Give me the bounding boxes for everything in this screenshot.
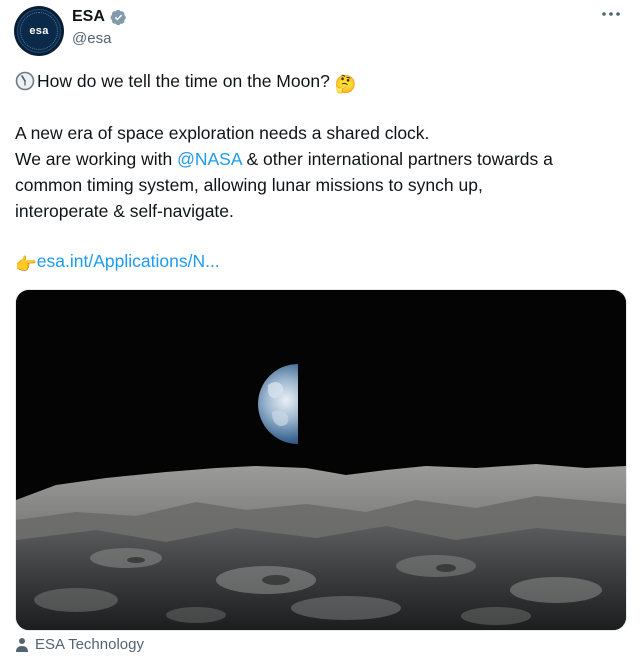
tweet-card: esa ESA @esa How do we tell the time on … — [0, 0, 640, 664]
tweet-text-line-2: A new era of space exploration needs a s… — [15, 123, 430, 143]
line3-prefix: We are working with — [15, 149, 178, 169]
earthrise-image — [16, 290, 626, 630]
tweet-text-line-4: common timing system, allowing lunar mis… — [15, 175, 483, 195]
tweet-media-image[interactable] — [15, 289, 627, 631]
question-text: How do we tell the time on the Moon? — [37, 71, 330, 91]
tweet-text-line-3: We are working with @NASA & other intern… — [15, 146, 553, 172]
tweet-link-line: 👉esa.int/Applications/N... — [15, 248, 220, 277]
line3-suffix: & other international partners towards a — [241, 149, 553, 169]
nasa-mention-link[interactable]: @NASA — [177, 149, 241, 169]
more-options-icon — [602, 12, 620, 16]
tweet-text-line-1: How do we tell the time on the Moon? 🤔 — [15, 68, 356, 97]
verified-badge-icon[interactable] — [110, 9, 127, 26]
avatar[interactable]: esa — [14, 6, 64, 56]
media-attribution[interactable]: ESA Technology — [15, 636, 144, 653]
avatar-stars-ring — [20, 12, 58, 50]
handle[interactable]: @esa — [72, 30, 127, 47]
clock-icon — [15, 71, 35, 91]
thinking-face-icon: 🤔 — [334, 74, 357, 94]
pointing-hand-icon: 👉 — [15, 254, 37, 274]
attribution-label: ESA Technology — [35, 636, 144, 653]
display-name[interactable]: ESA — [72, 8, 105, 26]
tweet-text-line-5: interoperate & self-navigate. — [15, 201, 234, 221]
avatar-logo-circle: esa — [17, 9, 61, 53]
author-info: ESA @esa — [72, 6, 127, 47]
person-icon — [16, 638, 28, 652]
display-name-row: ESA — [72, 6, 127, 28]
article-link[interactable]: esa.int/Applications/N... — [37, 251, 220, 271]
more-options-button[interactable] — [596, 2, 626, 26]
